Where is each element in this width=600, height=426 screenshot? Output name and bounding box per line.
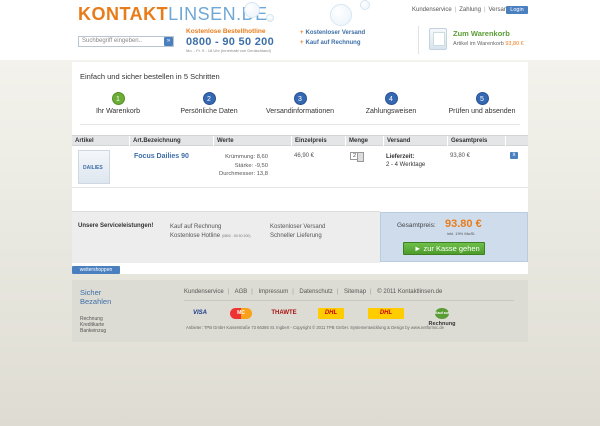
search-button[interactable]: »: [164, 37, 173, 46]
thawte-logo: THAWTE: [271, 310, 297, 316]
footer-link-sitemap[interactable]: Sitemap: [344, 289, 366, 295]
divider: [80, 124, 520, 125]
total-box: Gesamtpreis: 93.80 € inkl. 19% MwSt. ► zu…: [380, 212, 528, 262]
step-number: 4: [384, 92, 398, 105]
hotline-number: 0800 - 90 50 200: [186, 36, 274, 48]
top-link-kundenservice[interactable]: Kundenservice: [412, 7, 452, 13]
footer-link-impressum[interactable]: Impressum: [259, 289, 289, 295]
feature-invoice: + Kauf auf Rechnung: [300, 40, 361, 46]
total-label: Gesamtpreis:: [397, 222, 436, 229]
step-label: Zahlungsweisen: [365, 108, 417, 115]
hotline-hours: Mo. - Fr. 9 - 18 Uhr (innerhalb von Deut…: [186, 48, 271, 53]
service-col-1: Kauf auf Rechnung Kostenlose Hotline (08…: [170, 224, 251, 239]
step-persoenliche-daten[interactable]: 2 Persönliche Daten: [169, 92, 249, 115]
checkout-button[interactable]: ► zur Kasse gehen: [403, 242, 485, 255]
step-label: Versandinformationen: [265, 108, 335, 115]
hotline: Kostenlose Bestellhotline 0800 - 90 50 2…: [186, 28, 274, 53]
footer-link-kundenservice[interactable]: Kundenservice: [184, 289, 224, 295]
step-zahlungsweisen[interactable]: 4 Zahlungsweisen: [351, 92, 431, 115]
service-box: Unsere Serviceleistungen! Kauf auf Rechn…: [72, 211, 380, 263]
col-einzelpreis: Einzelpreis: [291, 136, 345, 146]
step-label: Ihr Warenkorb: [95, 108, 141, 115]
steps-title: Einfach und sicher bestellen in 5 Schrit…: [80, 72, 220, 81]
bubble-decoration: [244, 2, 260, 18]
step-label: Prüfen und absenden: [448, 108, 516, 115]
invoice-logo: Kauf auf Rechnung: [422, 308, 462, 327]
unit-price: 46,90 €: [294, 153, 315, 159]
dhl-logo: DHL: [368, 308, 404, 319]
col-gesamtpreis: Gesamtpreis: [447, 136, 505, 146]
service-col-2: Kostenloser Versand Schneller Lieferung: [270, 224, 326, 239]
col-actions: [505, 136, 528, 146]
cart-title[interactable]: Zum Warenkorb: [453, 29, 510, 38]
product-image[interactable]: DAILIES: [78, 150, 110, 184]
footer: Sicher Bezahlen Rechnung Kreditkarte Ban…: [72, 280, 528, 342]
divider: [184, 300, 514, 301]
mini-cart[interactable]: Zum Warenkorb Artikel im Warenkorb 93,80…: [418, 26, 528, 54]
continue-shopping-button[interactable]: weitershoppen: [72, 266, 120, 274]
search-input[interactable]: Suchbegriff eingeben..: [78, 36, 174, 47]
delete-button[interactable]: x: [510, 152, 518, 159]
main-content: Einfach und sicher bestellen in 5 Schrit…: [72, 62, 528, 274]
cart-summary: Artikel im Warenkorb 93,80 €: [453, 41, 524, 47]
total-value: 93.80 €: [445, 218, 482, 230]
cart-table-header: Artikel Art.Bezeichnung Werte Einzelprei…: [72, 135, 528, 146]
delivery-info: Lieferzeit: 2 - 4 Werktage: [386, 154, 426, 168]
step-label: Persönliche Daten: [180, 108, 238, 115]
dhl-packstation-logo: DHL: [318, 308, 344, 319]
table-row: DAILIES Focus Dailies 90 Krümmung: 8,60 …: [72, 146, 528, 188]
col-menge: Menge: [345, 136, 383, 146]
page: KONTAKTLINSEN.DE Suchbegriff eingeben.. …: [72, 0, 528, 426]
bubble-decoration: [266, 14, 274, 22]
bubble-decoration: [330, 4, 352, 26]
footer-link-datenschutz[interactable]: Datenschutz: [299, 289, 332, 295]
step-number: 1: [111, 92, 125, 105]
row-total: 93,80 €: [450, 153, 471, 159]
quantity-select[interactable]: 2: [350, 152, 364, 162]
step-warenkorb[interactable]: 1 Ihr Warenkorb: [78, 92, 158, 115]
footer-links: Kundenservice | AGB | Impressum | Datenschu…: [184, 289, 443, 295]
footer-link-agb[interactable]: AGB: [235, 289, 248, 295]
hotline-title: Kostenlose Bestellhotline: [186, 28, 266, 35]
tax-note: inkl. 19% MwSt.: [447, 231, 476, 236]
top-links: Kundenservice | Zahlung | Versand: [412, 7, 511, 13]
feature-free-shipping: + Kostenloser Versand: [300, 30, 366, 36]
service-title: Unsere Serviceleistungen!: [78, 223, 154, 229]
footer-copyright: © 2011 Kontaktlinsen.de: [377, 289, 443, 295]
product-name[interactable]: Focus Dailies 90: [134, 153, 189, 160]
col-versand: Versand: [383, 136, 447, 146]
mastercard-logo: MC: [230, 308, 252, 319]
top-link-zahlung[interactable]: Zahlung: [459, 7, 481, 13]
footer-imprint: Anbieter: TPB GmbH Kaiserstraße 73 66386…: [186, 325, 444, 330]
col-werte: Werte: [213, 136, 291, 146]
bubble-decoration: [360, 0, 370, 10]
step-number: 2: [202, 92, 216, 105]
step-number: 5: [475, 92, 489, 105]
step-versandinformationen[interactable]: 3 Versandinformationen: [260, 92, 340, 115]
product-werte: Krümmung: 8,60 Stärke: -9,50 Durchmesser…: [219, 154, 268, 177]
cart-icon: [429, 28, 447, 50]
header: KONTAKTLINSEN.DE Suchbegriff eingeben.. …: [72, 0, 528, 58]
logo[interactable]: KONTAKTLINSEN.DE: [78, 4, 268, 25]
login-button[interactable]: Login: [506, 6, 528, 14]
header-features: + Kostenloser Versand + Kauf auf Rechnung: [300, 28, 365, 48]
step-pruefen-absenden[interactable]: 5 Prüfen und absenden: [442, 92, 522, 115]
step-number: 3: [293, 92, 307, 105]
visa-logo: VISA: [192, 310, 207, 316]
secure-payment: Sicher Bezahlen Rechnung Kreditkarte Ban…: [80, 288, 112, 334]
arrow-right-icon: ►: [414, 244, 422, 253]
col-bezeichnung: Art.Bezeichnung: [129, 136, 213, 146]
col-artikel: Artikel: [75, 138, 94, 144]
